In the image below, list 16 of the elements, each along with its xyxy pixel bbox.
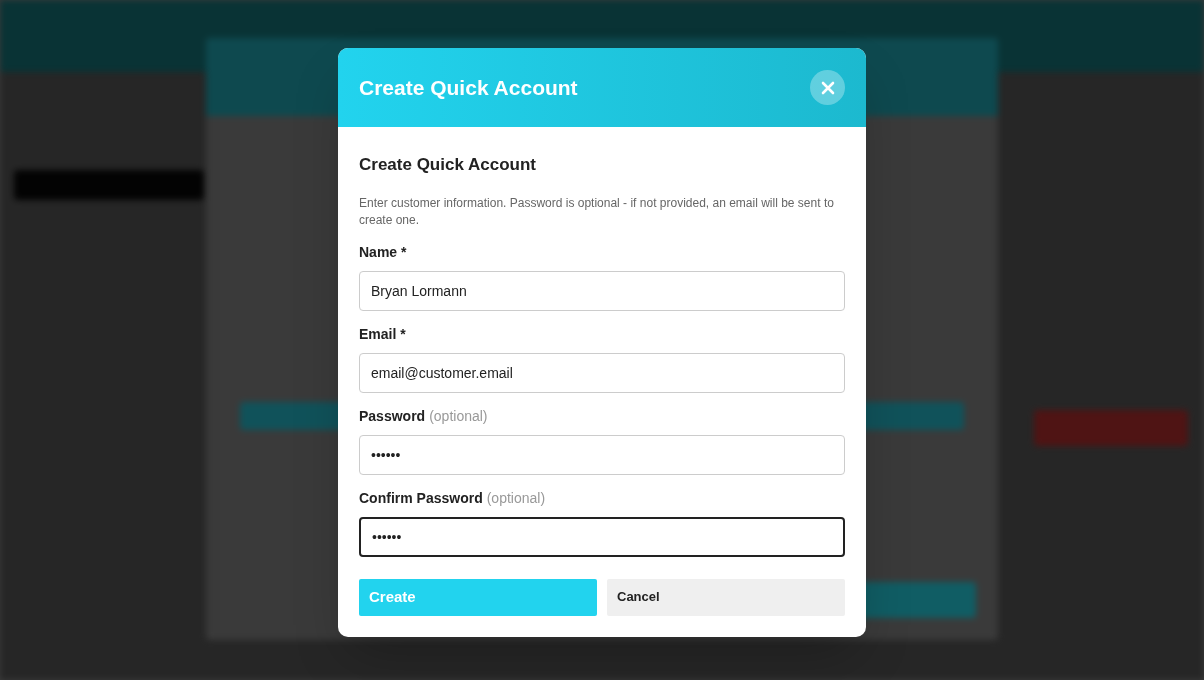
field-label: Password <box>359 406 426 426</box>
field-label: Email * <box>359 324 406 344</box>
close-button[interactable] <box>810 70 845 105</box>
close-icon <box>820 80 835 95</box>
field-label: Name * <box>359 242 407 262</box>
input-field[interactable]: •••••• <box>359 434 845 475</box>
dialog-title: Create Quick Account <box>359 74 578 101</box>
form-description: Enter customer information. Password is optional - if not provided, an email will be sent to create one. <box>359 194 835 229</box>
optional-hint: (optional) <box>429 406 488 426</box>
input-field[interactable]: Bryan Lormann <box>359 270 845 311</box>
form-heading: Create Quick Account <box>359 154 537 176</box>
optional-hint: (optional) <box>486 488 546 508</box>
field-label: Confirm Password <box>359 488 483 508</box>
input-field[interactable]: •••••• <box>359 516 845 557</box>
cancel-button[interactable]: Cancel <box>607 578 845 616</box>
input-field[interactable]: email@customer.email <box>359 352 845 393</box>
